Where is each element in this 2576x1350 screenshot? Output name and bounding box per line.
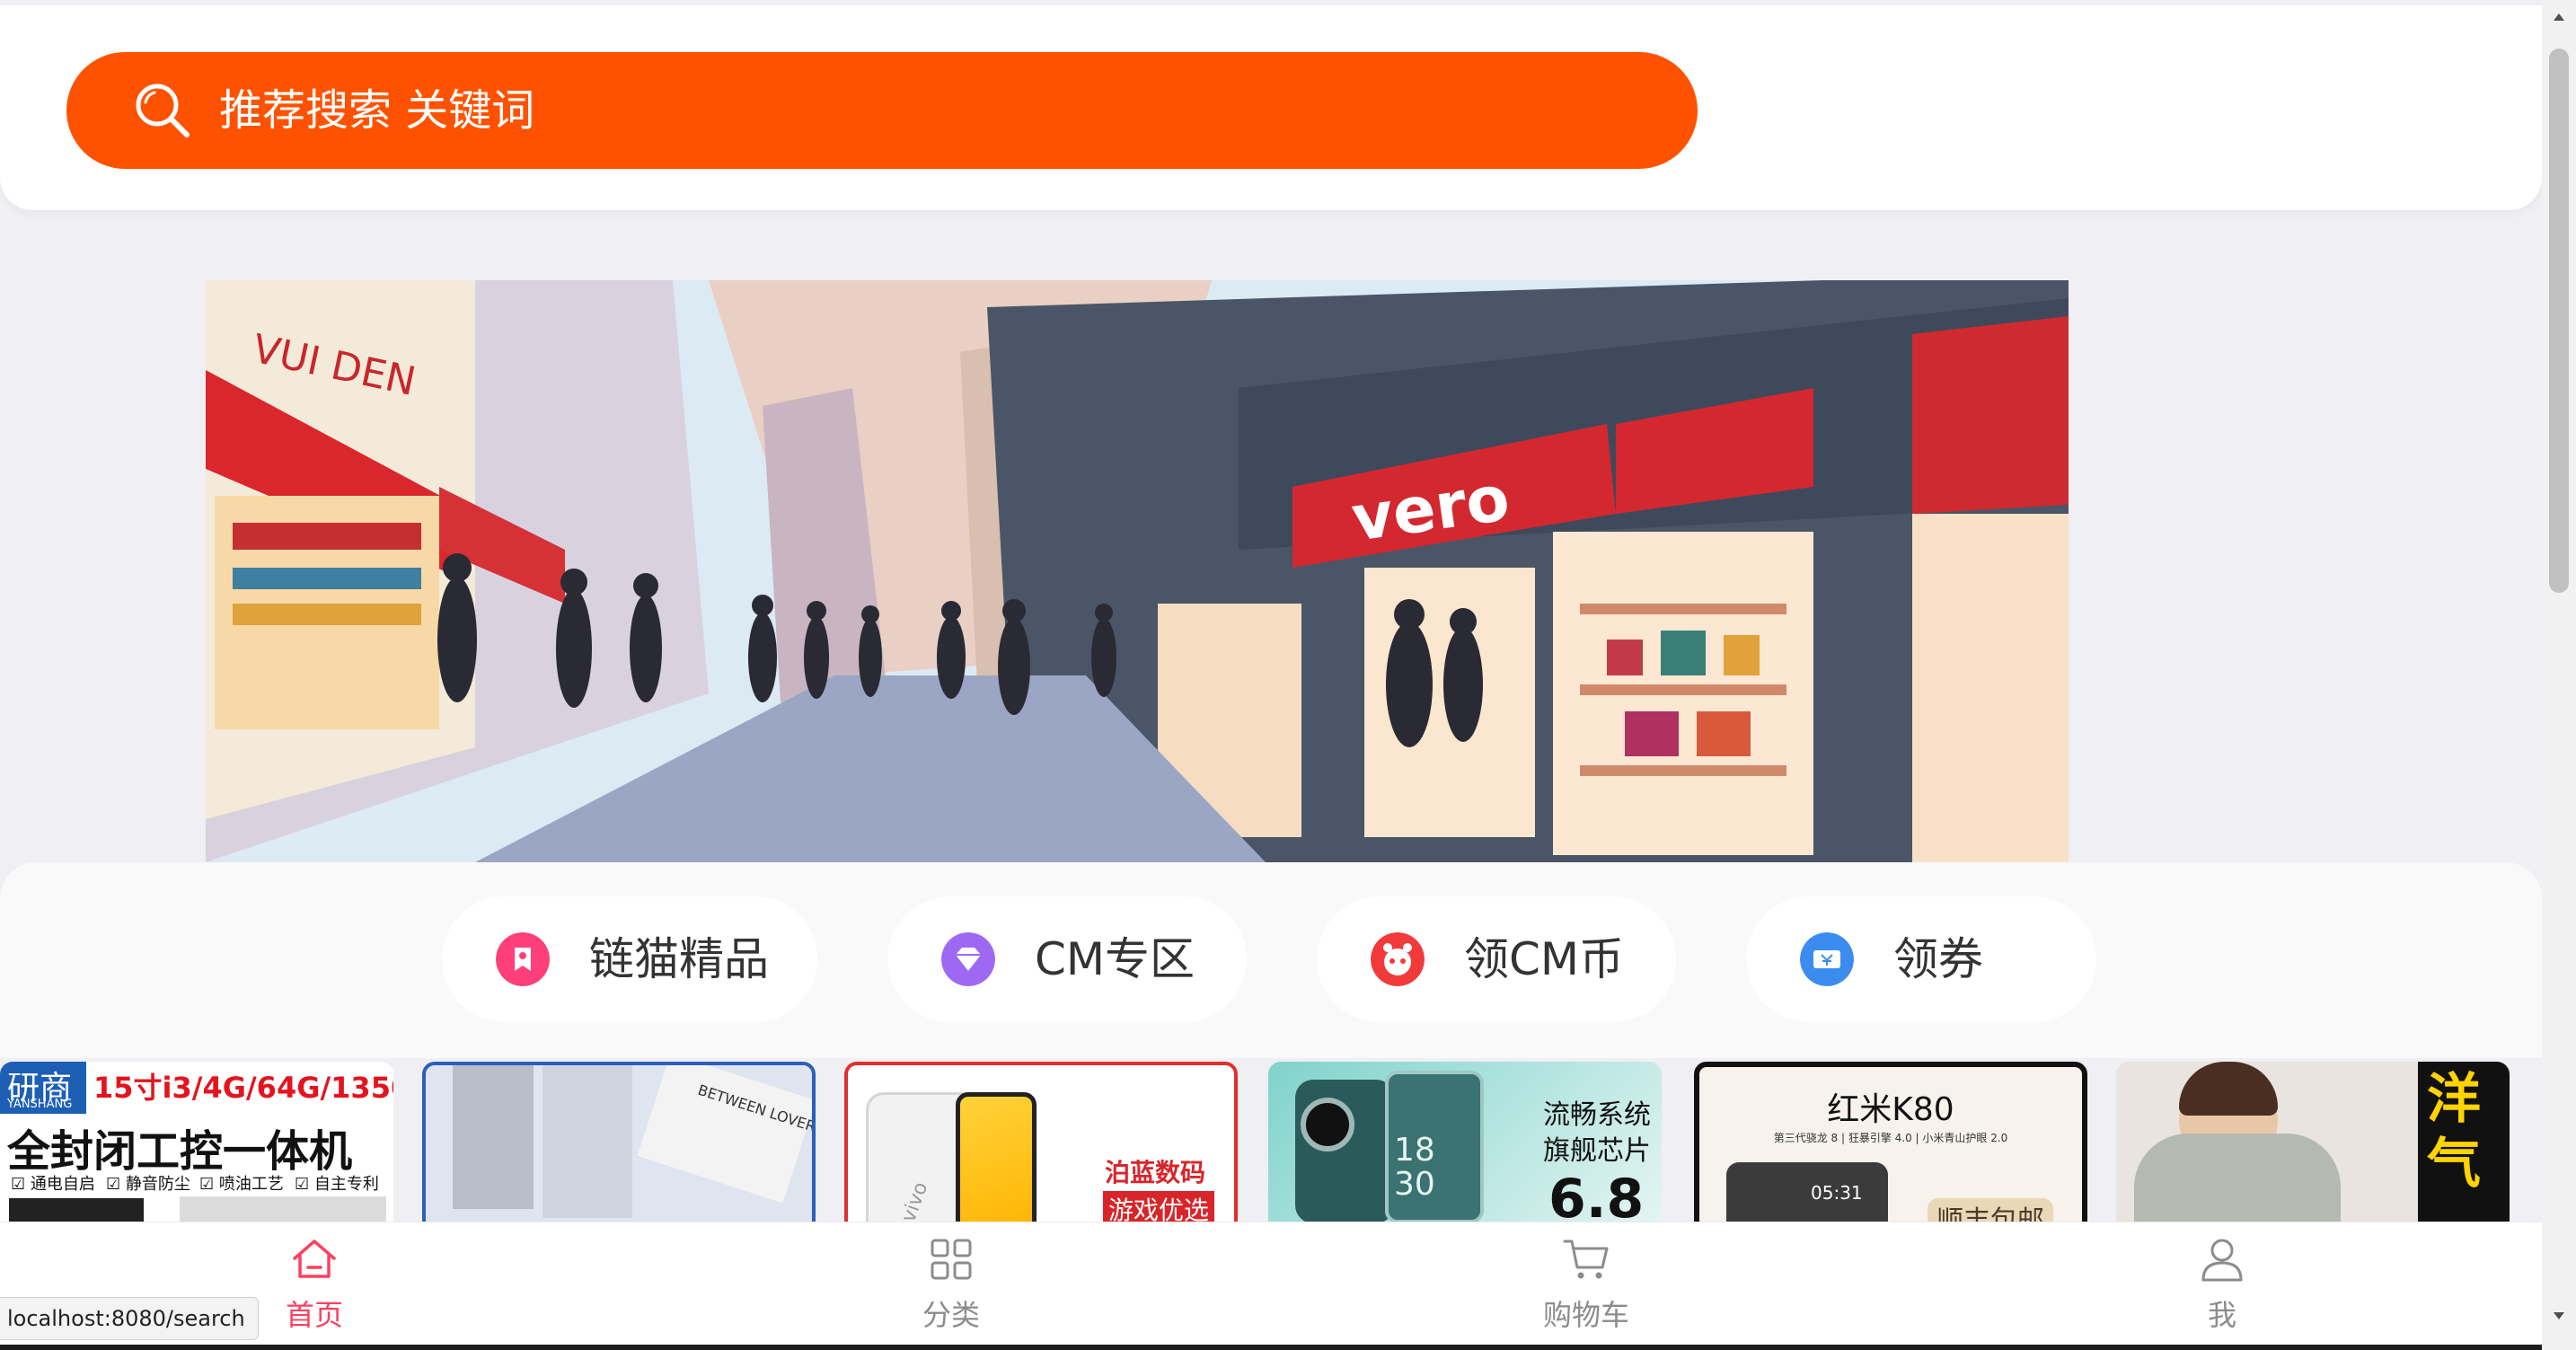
promo-banner[interactable]: VUI DEN vero: [206, 280, 2069, 862]
bottom-nav: 首页 分类 购物车 我: [0, 1222, 2542, 1350]
quick-links-row: 链猫精品 CM专区 领CM币 领券: [0, 862, 2542, 1058]
product-price-line: 15寸i3/4G/64G/1350元: [93, 1071, 393, 1105]
nav-me[interactable]: 我: [2087, 1222, 2357, 1339]
grid-icon: [931, 1239, 972, 1280]
quick-link-label: 领券: [1893, 933, 1983, 985]
quick-link-linkcat-select[interactable]: 链猫精品: [442, 896, 817, 1022]
product-card[interactable]: 洋气: [2116, 1062, 2510, 1222]
product-card[interactable]: 研商 YANSHANG 15寸i3/4G/64G/1350元 全封闭工控一体机 …: [0, 1062, 393, 1222]
quick-link-claim-cm-coin[interactable]: 领CM币: [1317, 896, 1676, 1022]
product-headline: 全封闭工控一体机: [7, 1126, 353, 1177]
product-card[interactable]: vivo 泊蓝数码 游戏优选: [844, 1062, 1238, 1222]
shipping-badge: 顺丰包邮: [1928, 1198, 2053, 1222]
status-link-preview: localhost:8080/search: [0, 1297, 259, 1340]
shop-name: 泊蓝数码: [1105, 1158, 1206, 1187]
screen-size: 6.8: [1548, 1168, 1645, 1222]
banner-illustration: VUI DEN vero: [206, 280, 2069, 862]
feature-line: 流畅系统: [1543, 1099, 1651, 1131]
product-tag: ☑ 自主专利: [295, 1175, 379, 1194]
phone-clock: 18 30: [1394, 1132, 1435, 1203]
user-icon: [2201, 1239, 2243, 1282]
diamond-icon: [941, 932, 995, 986]
search-placeholder[interactable]: 推荐搜索 关键词: [219, 52, 534, 169]
quick-link-coupons[interactable]: 领券: [1746, 896, 2096, 1022]
page-scrollbar[interactable]: [2542, 0, 2576, 1350]
feature-line: 旗舰芯片: [1543, 1135, 1651, 1167]
top-header: 推荐搜索 关键词: [0, 5, 2542, 210]
cart-icon: [1563, 1240, 1609, 1279]
promo-tag: 游戏优选: [1103, 1191, 1215, 1222]
nav-label: 购物车: [1542, 1298, 1629, 1332]
quick-link-label: 链猫精品: [589, 933, 769, 985]
scroll-thumb[interactable]: [2549, 49, 2569, 593]
brand-logo: 研商 YANSHANG: [0, 1062, 86, 1114]
product-card[interactable]: 18 30 流畅系统 旗舰芯片 6.8: [1268, 1062, 1662, 1222]
product-headline: 洋气: [2427, 1068, 2481, 1196]
ticket-icon: [1800, 932, 1854, 986]
nav-category[interactable]: 分类: [816, 1222, 1086, 1339]
product-tag: ☑ 喷油工艺: [199, 1175, 284, 1194]
nav-label: 分类: [922, 1298, 980, 1332]
quick-link-label: CM专区: [1035, 933, 1195, 985]
product-title: 红米K80: [1827, 1091, 1954, 1128]
product-tag: ☑ 静音防尘: [106, 1175, 190, 1194]
scroll-up-arrow-icon[interactable]: [2551, 9, 2567, 25]
product-card[interactable]: BETWEEN LOVERS: [422, 1062, 816, 1222]
window-bottom-edge: [0, 1345, 2542, 1350]
scroll-down-arrow-icon[interactable]: [2551, 1308, 2567, 1324]
quick-link-cm-zone[interactable]: CM专区: [887, 896, 1247, 1022]
bookmark-badge-icon: [496, 932, 550, 986]
coin-mascot-icon: [1371, 932, 1425, 986]
product-card[interactable]: 红米K80 第三代骁龙 8 | 狂暴引擎 4.0 | 小米青山护眼 2.0 05…: [1694, 1062, 2087, 1222]
nav-cart[interactable]: 购物车: [1451, 1222, 1721, 1339]
nav-label: 我: [2207, 1298, 2236, 1332]
home-icon: [293, 1240, 336, 1278]
quick-link-label: 领CM币: [1464, 933, 1625, 985]
product-tag: ☑ 通电自启: [11, 1175, 95, 1194]
search-icon: [136, 84, 190, 137]
product-strip: 研商 YANSHANG 15寸i3/4G/64G/1350元 全封闭工控一体机 …: [0, 1058, 2542, 1222]
phone-clock: 05:31: [1811, 1182, 1863, 1204]
product-spec: 第三代骁龙 8 | 狂暴引擎 4.0 | 小米青山护眼 2.0: [1773, 1132, 2008, 1144]
search-bar[interactable]: 推荐搜索 关键词: [66, 52, 1698, 169]
